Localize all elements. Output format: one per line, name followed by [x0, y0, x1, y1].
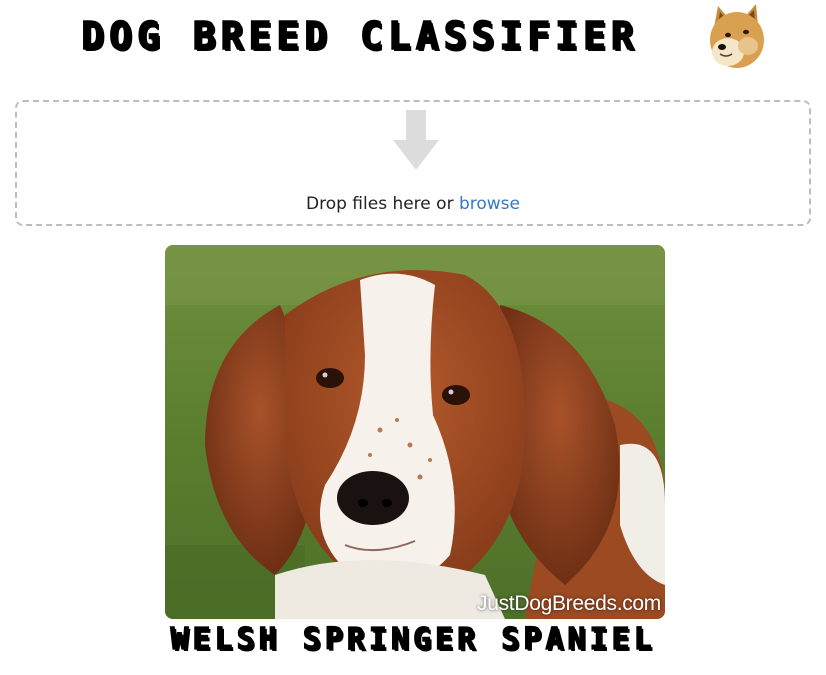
- doge-icon: [700, 2, 772, 74]
- image-watermark: JustDogBreeds.com: [477, 592, 661, 615]
- file-dropzone[interactable]: Drop files here or browse: [15, 100, 811, 226]
- predicted-breed-label: WELSH SPRINGER SPANIEL: [170, 621, 656, 657]
- browse-link[interactable]: browse: [459, 194, 520, 214]
- drop-text: Drop files here or: [306, 194, 459, 214]
- arrow-down-icon: [393, 110, 439, 172]
- drop-instructions: Drop files here or browse: [17, 194, 809, 214]
- page-title: DOG BREED CLASSIFIER: [80, 13, 639, 59]
- uploaded-dog-image: JustDogBreeds.com: [165, 245, 665, 619]
